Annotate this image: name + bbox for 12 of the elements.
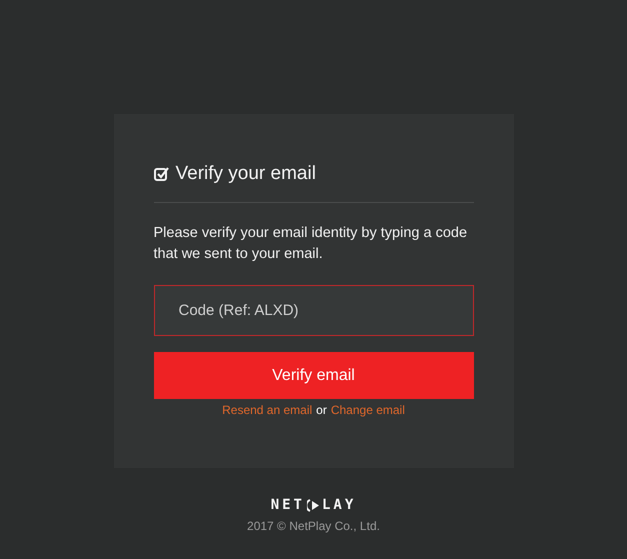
code-input-field[interactable]: Code (Ref: ALXD) <box>154 285 474 336</box>
play-icon <box>306 498 320 512</box>
copyright-text: 2017 © NetPlay Co., Ltd. <box>247 519 380 533</box>
logo-text: NET <box>270 497 305 513</box>
card-title: Verify your email <box>176 163 316 185</box>
logo-text: LAY <box>322 497 356 513</box>
separator-text: or <box>316 403 327 417</box>
link[interactable]: Resend an email <box>222 403 312 417</box>
checkbox-icon <box>154 166 170 182</box>
instruction-text: Please verify your email identity by typing a code that we sent to your email. <box>154 224 468 264</box>
verify-email-button[interactable]: Verify email <box>154 352 474 399</box>
link[interactable]: Change email <box>330 403 405 417</box>
